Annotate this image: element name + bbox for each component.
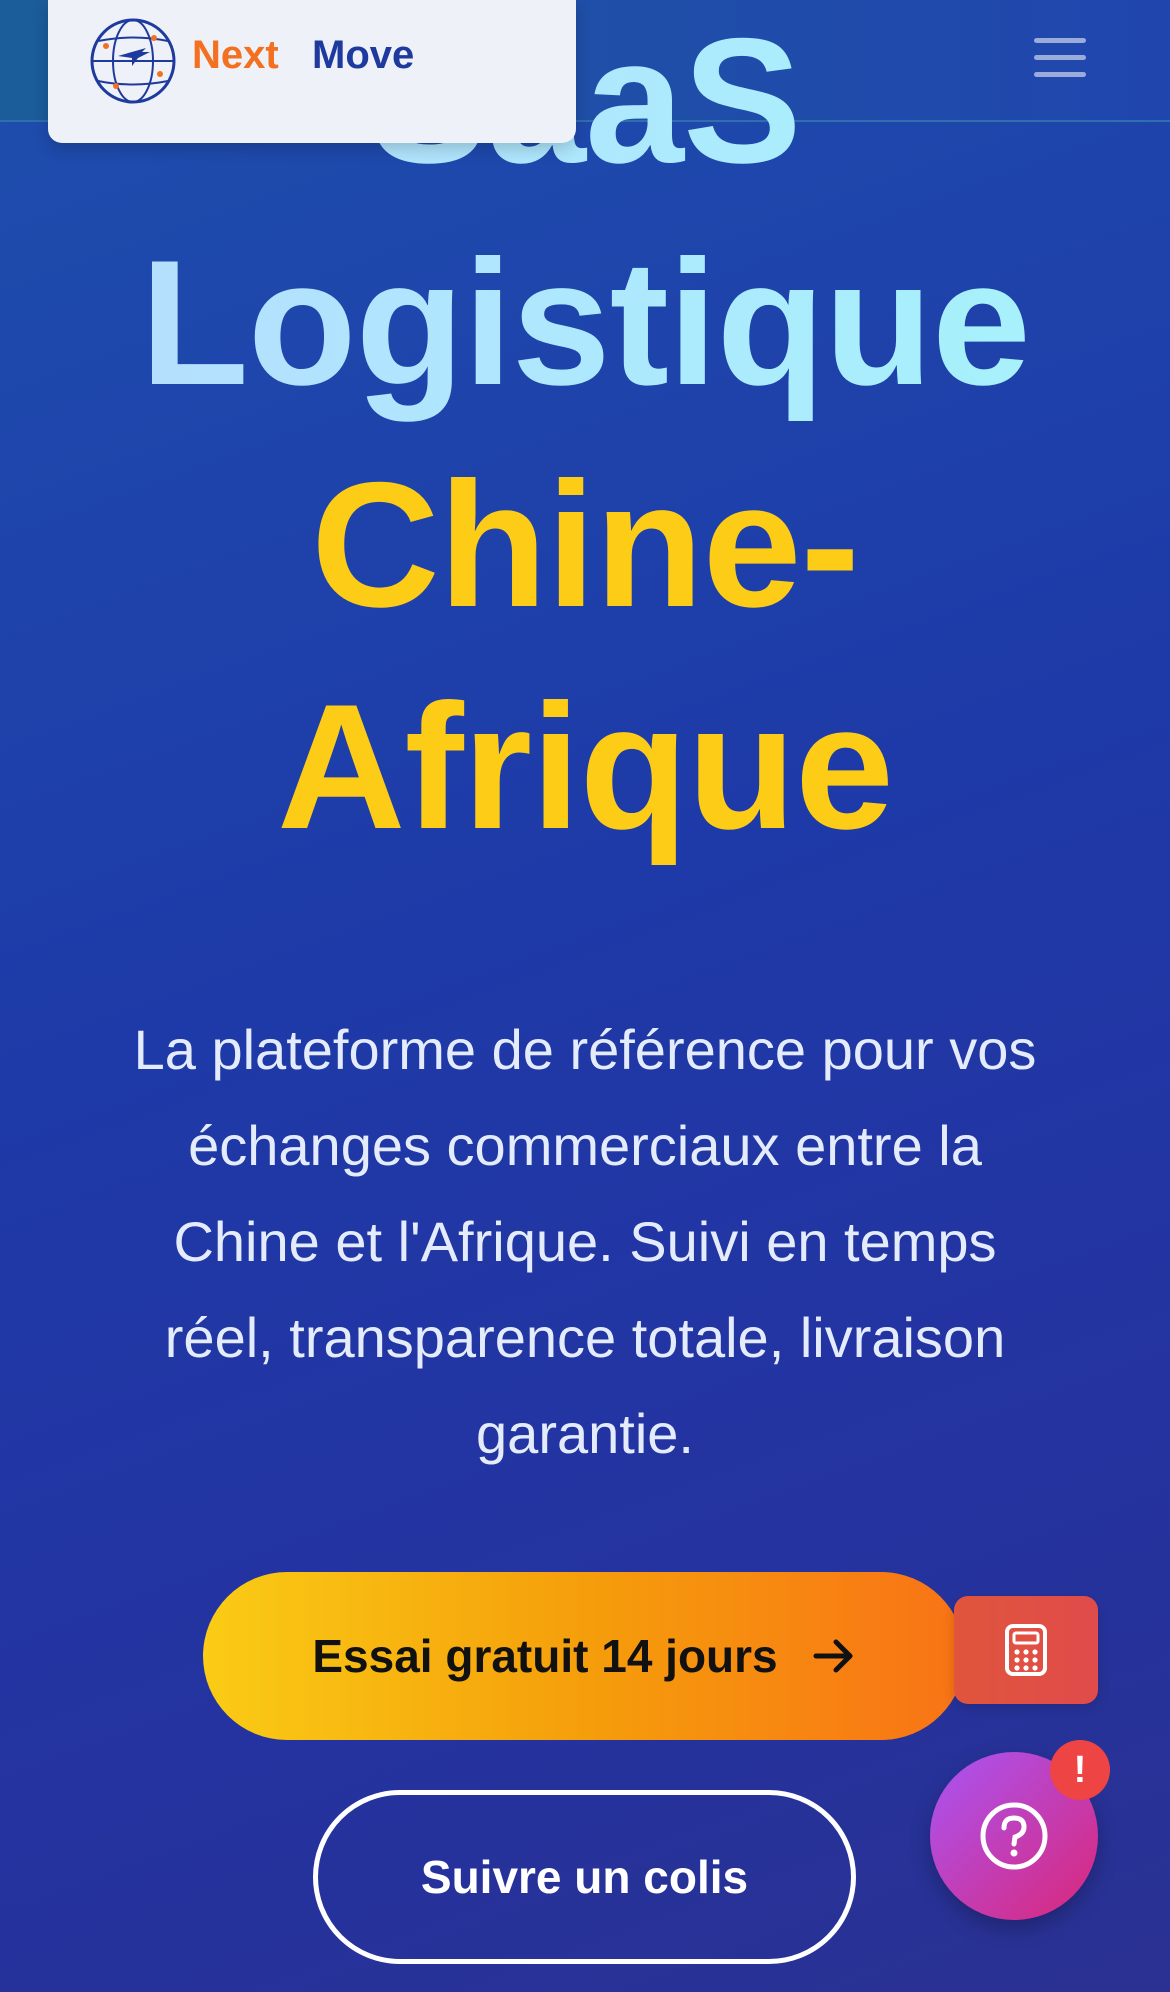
globe-plane-icon: [90, 18, 176, 104]
brand-name-move: Move: [312, 33, 415, 77]
free-trial-button-label: Essai gratuit 14 jours: [312, 1630, 778, 1682]
arrow-right-icon: [813, 1639, 853, 1673]
hero-subtitle-line: réel, transparence totale, livraison: [164, 1306, 1006, 1369]
question-circle-icon: [980, 1802, 1048, 1870]
hero-subtitle-line: garantie.: [476, 1402, 694, 1465]
track-parcel-button[interactable]: Suivre un colis: [313, 1790, 856, 1964]
track-parcel-button-label: Suivre un colis: [420, 1851, 749, 1903]
brand-logo-link[interactable]: Next Move: [48, 0, 576, 143]
hamburger-menu-icon: [1034, 38, 1086, 43]
notification-badge: !: [1050, 1740, 1110, 1800]
hamburger-menu-button[interactable]: [1030, 34, 1090, 84]
hamburger-menu-icon-bar: [1034, 72, 1086, 77]
hero-title-line-3: Chine-: [311, 445, 860, 644]
hero-subtitle-line: La plateforme de référence pour vos: [133, 1018, 1037, 1081]
hero-subtitle-line: échanges commerciaux entre la: [188, 1114, 982, 1177]
hero-subtitle-line: Chine et l'Afrique. Suivi en temps: [173, 1210, 997, 1273]
hero-title-line-2: Logistique: [0, 212, 1170, 434]
calculator-icon: [1005, 1624, 1047, 1676]
hamburger-menu-icon-bar: [1034, 55, 1086, 60]
calculator-button[interactable]: [954, 1596, 1098, 1704]
free-trial-button[interactable]: Essai gratuit 14 jours: [203, 1572, 965, 1740]
brand-name-next: Next: [192, 33, 279, 77]
hero-title-line-4: Afrique: [277, 667, 894, 866]
hero-subtitle: La plateforme de référence pour vos écha…: [40, 1002, 1130, 1482]
